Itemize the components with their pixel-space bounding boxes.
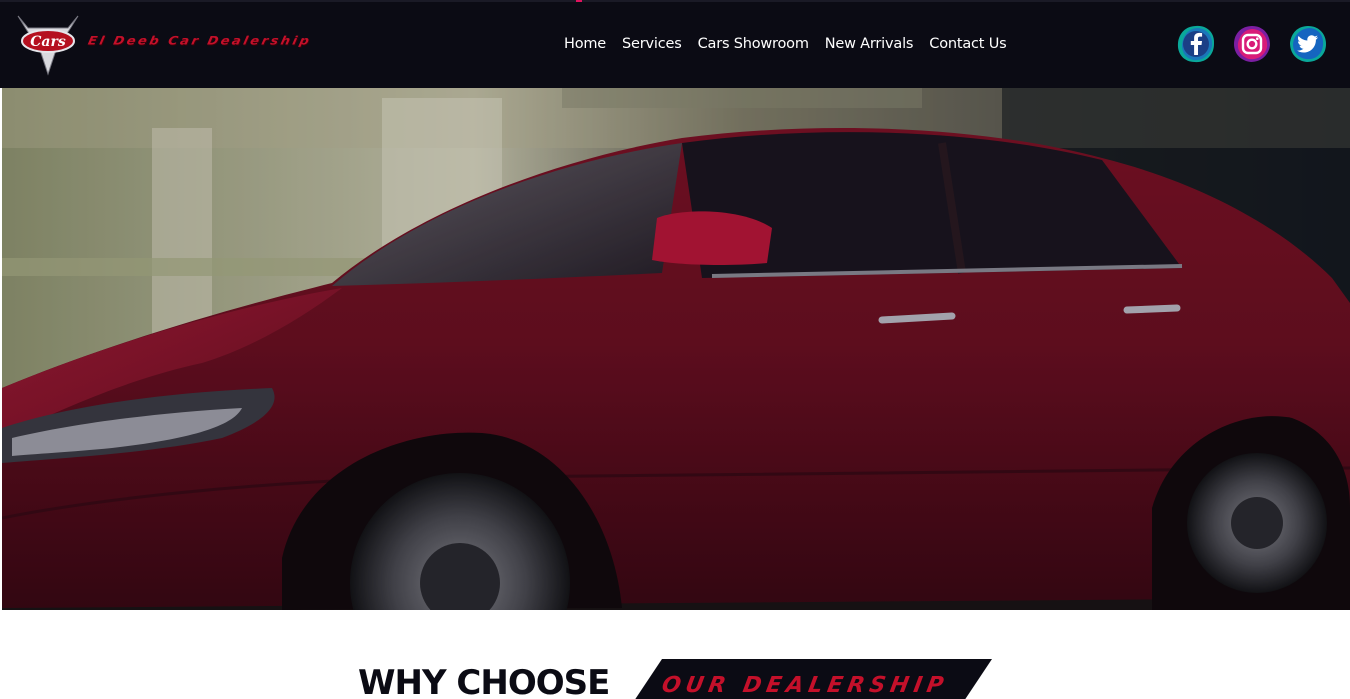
header-bar: Cars El Deeb Car Dealership Home Service…: [0, 0, 1350, 88]
nav-cars-showroom[interactable]: Cars Showroom: [698, 34, 809, 54]
instagram-icon[interactable]: [1232, 24, 1272, 64]
nav-home[interactable]: Home: [564, 34, 606, 54]
nav-new-arrivals[interactable]: New Arrivals: [825, 34, 914, 54]
top-accent-line: [0, 0, 1350, 2]
top-accent-mark: [576, 0, 582, 2]
logo-text: Cars: [30, 34, 66, 50]
nav-contact-us[interactable]: Contact Us: [929, 34, 1006, 54]
cars-emblem-icon: Cars: [17, 15, 79, 76]
nav-services[interactable]: Services: [622, 34, 682, 54]
social-links: [1176, 24, 1328, 64]
twitter-icon[interactable]: [1288, 24, 1328, 64]
why-choose-text: WHY CHOOSE: [358, 663, 610, 699]
why-choose-heading: WHY CHOOSE OUR DEALERSHIP: [358, 659, 992, 699]
brand-logo[interactable]: Cars El Deeb Car Dealership: [16, 14, 313, 76]
brand-name[interactable]: El Deeb Car Dealership: [87, 35, 313, 49]
facebook-icon[interactable]: [1176, 24, 1216, 64]
main-nav: Home Services Cars Showroom New Arrivals…: [564, 34, 1022, 54]
dealership-tag-text: OUR DEALERSHIP: [659, 673, 951, 698]
dealership-tag: OUR DEALERSHIP: [634, 659, 992, 699]
hero-car-image: [2, 88, 1350, 610]
